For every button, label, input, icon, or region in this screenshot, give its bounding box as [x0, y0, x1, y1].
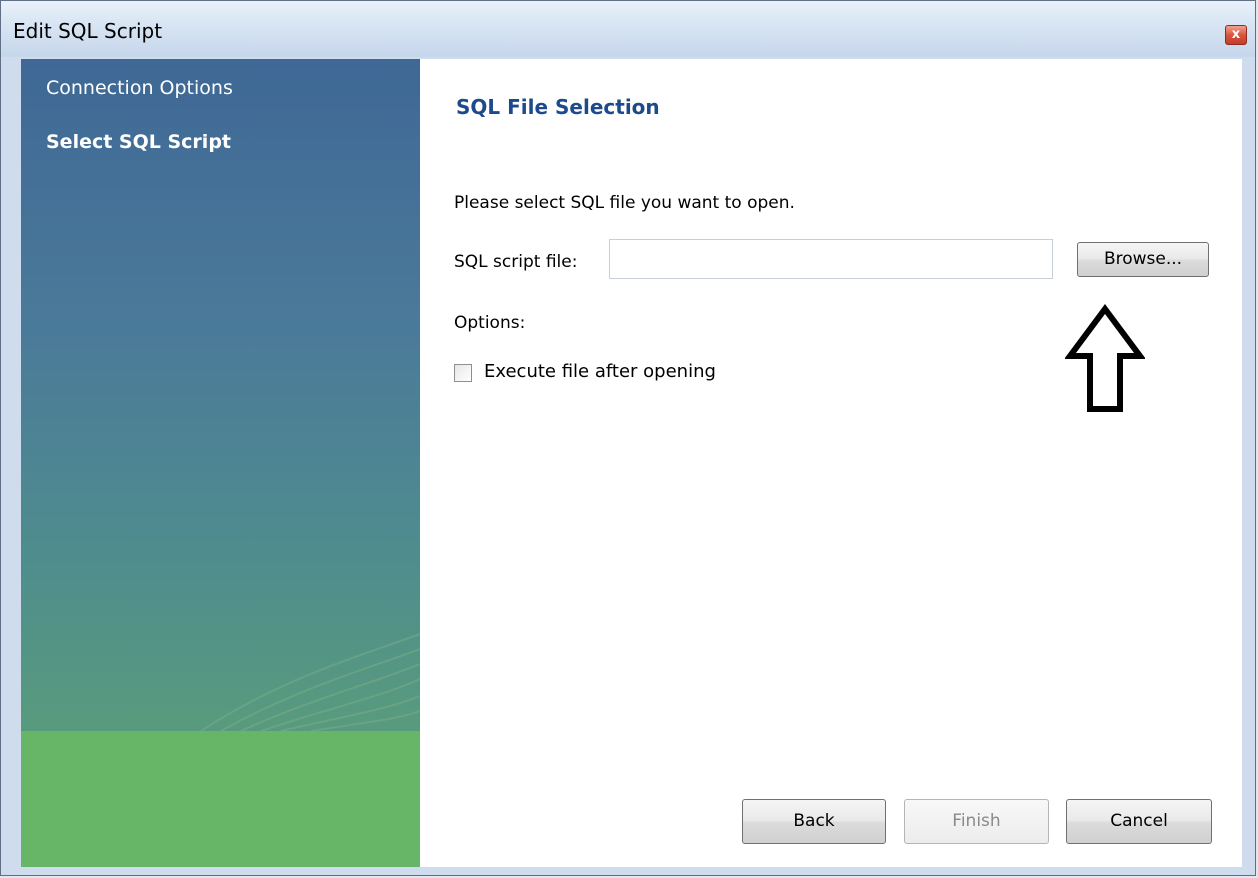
up-arrow-icon: [1065, 304, 1145, 412]
execute-file-checkbox-label[interactable]: Execute file after opening: [484, 361, 716, 382]
page-title: SQL File Selection: [456, 95, 660, 119]
sidebar-item-select-sql-script[interactable]: Select SQL Script: [46, 131, 231, 153]
wizard-sidebar: Connection Options Select SQL Script: [21, 59, 420, 867]
execute-file-checkbox[interactable]: [454, 364, 472, 382]
sql-script-file-input[interactable]: [609, 239, 1053, 279]
back-button[interactable]: Back: [742, 799, 886, 844]
sql-script-file-label: SQL script file:: [454, 252, 578, 272]
edit-sql-script-dialog: Edit SQL Script x Connection Options Sel…: [0, 0, 1256, 876]
sidebar-decoration: [200, 633, 420, 731]
close-button[interactable]: x: [1225, 25, 1247, 45]
sidebar-footer: [21, 731, 420, 867]
title-bar: Edit SQL Script x: [1, 1, 1255, 57]
instruction-text: Please select SQL file you want to open.: [454, 193, 795, 213]
finish-button[interactable]: Finish: [904, 799, 1049, 844]
main-panel: SQL File Selection Please select SQL fil…: [420, 59, 1242, 867]
options-label: Options:: [454, 313, 526, 333]
sidebar-item-connection-options[interactable]: Connection Options: [46, 77, 233, 99]
window-title: Edit SQL Script: [13, 19, 163, 43]
browse-button[interactable]: Browse...: [1077, 242, 1209, 277]
close-icon: x: [1231, 27, 1241, 42]
cancel-button[interactable]: Cancel: [1066, 799, 1212, 844]
